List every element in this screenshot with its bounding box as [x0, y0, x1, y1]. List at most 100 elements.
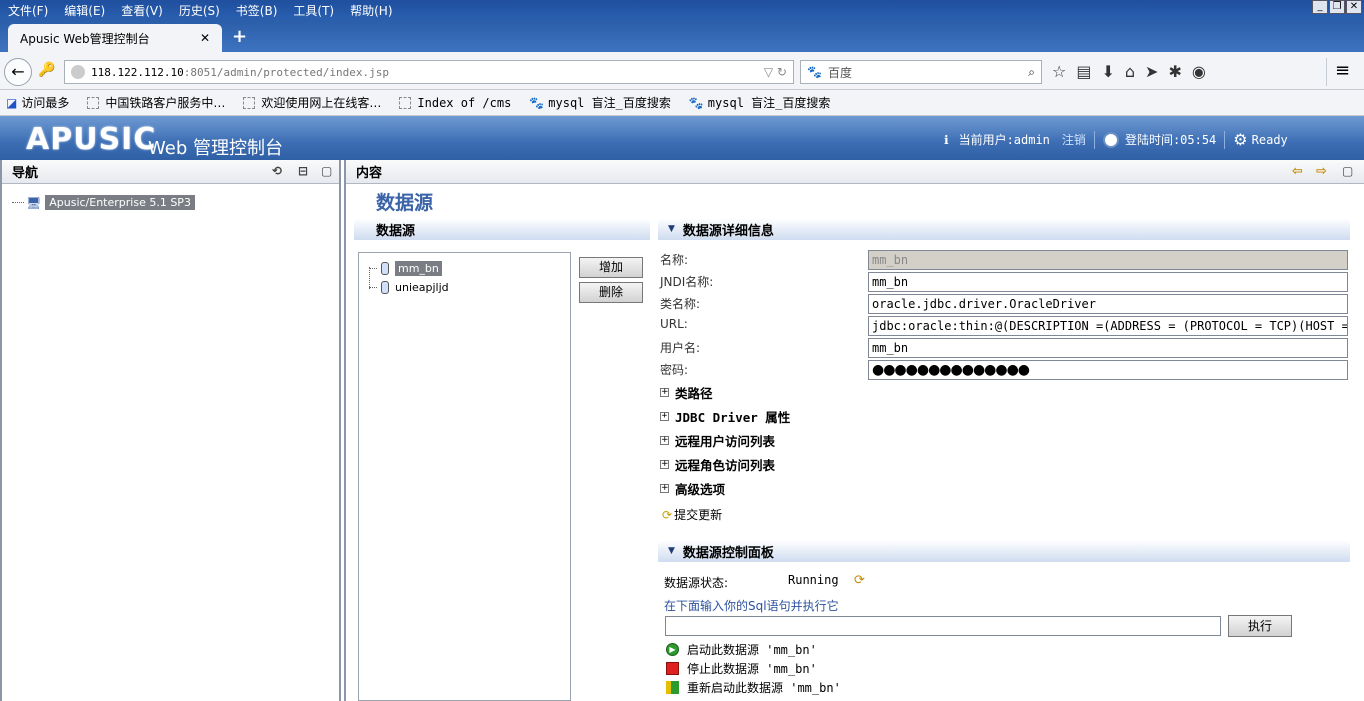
stop-icon	[666, 662, 679, 675]
sql-input[interactable]	[665, 616, 1221, 636]
forward-arrow-icon[interactable]: ⇨	[1316, 164, 1327, 179]
bookmark-item[interactable]: 欢迎使用网上在线客…	[237, 94, 381, 111]
bookmark-label: Index of /cms	[417, 95, 512, 110]
bookmark-label: mysql 盲注_百度搜索	[548, 96, 671, 110]
delete-button[interactable]: 删除	[579, 282, 643, 303]
submit-label: 提交更新	[674, 508, 723, 522]
reload-icon[interactable]: ▽ ↻	[764, 65, 787, 79]
datasource-item-unieapjljd[interactable]: unieapjljd	[369, 281, 449, 294]
menu-file[interactable]: 文件(F)	[0, 2, 56, 19]
download-icon[interactable]: ⬇	[1101, 62, 1114, 81]
expander-remote-users[interactable]: + 远程用户访问列表	[660, 431, 775, 450]
expander-label: 高级选项	[675, 482, 726, 497]
menu-bookmarks[interactable]: 书签(B)	[228, 2, 286, 19]
bookmark-item[interactable]: Index of /cms	[393, 96, 511, 110]
datasource-label: unieapjljd	[395, 281, 449, 294]
refresh-icon[interactable]: ⟲	[272, 164, 282, 178]
key-icon[interactable]: 🔑	[38, 62, 55, 78]
refresh-status-icon[interactable]: ⟳	[854, 573, 865, 588]
address-bar[interactable]: 118.122.112.10 :8051/admin/protected/ind…	[64, 60, 794, 84]
minimize-icon[interactable]: _	[1312, 0, 1328, 14]
datasource-control-header[interactable]: ▼ 数据源控制面板	[658, 540, 1350, 562]
restart-datasource-link[interactable]: 重新启动此数据源 'mm_bn'	[666, 679, 841, 696]
start-datasource-link[interactable]: ▶ 启动此数据源 'mm_bn'	[666, 641, 817, 658]
tab-apusic[interactable]: Apusic Web管理控制台 ✕	[8, 24, 222, 52]
bookmark-label: 欢迎使用网上在线客…	[261, 96, 382, 110]
menu-history[interactable]: 历史(S)	[171, 2, 228, 19]
bookmark-label: 访问最多	[21, 96, 70, 110]
restart-icon	[666, 681, 679, 694]
baidu-paw-icon: 🐾	[529, 95, 545, 110]
datasource-label: mm_bn	[395, 261, 442, 276]
tab-bar: Apusic Web管理控制台 ✕ +	[0, 20, 1364, 52]
close-icon[interactable]: ✕	[1346, 0, 1362, 14]
maximize-icon[interactable]: ▢	[1342, 164, 1353, 178]
url-field[interactable]: jdbc:oracle:thin:@(DESCRIPTION =(ADDRESS…	[868, 316, 1348, 336]
url-path: :8051/admin/protected/index.jsp	[183, 65, 390, 79]
bookmark-most-visited[interactable]: ◪ 访问最多	[0, 94, 69, 111]
menu-tools[interactable]: 工具(T)	[285, 2, 342, 19]
logout-link[interactable]: 注销	[1062, 131, 1086, 148]
star-icon[interactable]: ☆	[1052, 62, 1066, 81]
bookmark-item[interactable]: 🐾 mysql 盲注_百度搜索	[523, 94, 671, 111]
nav-tree: 🖥 Apusic/Enterprise 5.1 SP3	[2, 184, 339, 218]
expander-classpath[interactable]: + 类路径	[660, 383, 713, 402]
gear-icon: ⚙	[1233, 130, 1248, 149]
sync-icon: ⟳	[662, 507, 673, 522]
tab-close-icon[interactable]: ✕	[200, 31, 210, 45]
tree-connector	[12, 202, 24, 203]
password-field[interactable]: ●●●●●●●●●●●●●●	[868, 360, 1348, 380]
app-header: APUSIC Web 管理控制台 ℹ 当前用户:admin 注销 登陆时间:05…	[0, 116, 1364, 160]
current-user: 当前用户:admin	[958, 133, 1050, 147]
expand-plus-icon: +	[660, 483, 669, 493]
menu-help[interactable]: 帮助(H)	[342, 2, 400, 19]
submit-update-link[interactable]: ⟳ 提交更新	[662, 506, 722, 523]
addon-icon[interactable]: ✱	[1168, 62, 1181, 81]
send-icon[interactable]: ➤	[1145, 62, 1158, 81]
browser-tools: ☆ ▤ ⬇ ⌂ ➤ ✱ ◉	[1052, 62, 1206, 81]
hamburger-menu-icon[interactable]: ≡	[1326, 58, 1358, 86]
divider	[1093, 130, 1095, 149]
stop-datasource-link[interactable]: 停止此数据源 'mm_bn'	[666, 660, 817, 677]
maximize-icon[interactable]: ▢	[321, 164, 332, 178]
reading-list-icon[interactable]: ▤	[1076, 62, 1091, 81]
restore-icon[interactable]: ❐	[1329, 0, 1345, 14]
section-title: 数据源详细信息	[682, 223, 774, 239]
class-field[interactable]: oracle.jdbc.driver.OracleDriver	[868, 294, 1348, 314]
back-button[interactable]: ←	[4, 58, 32, 86]
expander-advanced[interactable]: + 高级选项	[660, 479, 725, 498]
url-label: URL:	[660, 317, 688, 331]
collapse-icon[interactable]: ⊟	[298, 164, 308, 178]
menu-edit[interactable]: 编辑(E)	[56, 2, 113, 19]
search-input[interactable]: 🐾 百度 ⌕	[800, 60, 1042, 84]
jndi-label: JNDI名称:	[660, 275, 714, 289]
datasource-detail-header[interactable]: ▼ 数据源详细信息	[658, 218, 1350, 240]
database-icon	[381, 281, 389, 294]
profile-icon[interactable]: ◉	[1192, 62, 1206, 81]
bookmark-item[interactable]: 中国铁路客户服务中…	[81, 94, 225, 111]
bookmark-item[interactable]: 🐾 mysql 盲注_百度搜索	[683, 94, 831, 111]
tree-root-label: Apusic/Enterprise 5.1 SP3	[45, 195, 195, 210]
home-icon[interactable]: ⌂	[1125, 62, 1135, 81]
new-tab-icon[interactable]: +	[232, 26, 247, 47]
execute-button[interactable]: 执行	[1228, 615, 1292, 637]
search-icon[interactable]: ⌕	[1028, 65, 1035, 80]
expander-jdbc-properties[interactable]: + JDBC Driver 属性	[660, 407, 790, 426]
expander-label: JDBC Driver 属性	[675, 410, 791, 425]
page-title: 数据源	[376, 192, 434, 214]
username-field[interactable]: mm_bn	[868, 338, 1348, 358]
expander-remote-roles[interactable]: + 远程角色访问列表	[660, 455, 775, 474]
navigation-toolbar: ← 🔑 118.122.112.10 :8051/admin/protected…	[0, 52, 1364, 90]
clock-icon	[1102, 131, 1119, 148]
add-button[interactable]: 增加	[579, 257, 643, 278]
datasource-item-mm-bn[interactable]: mm_bn	[369, 261, 442, 276]
server-icon: 🖥	[26, 195, 42, 210]
window-controls: _ ❐ ✕	[1312, 0, 1362, 14]
tree-root-node[interactable]: 🖥 Apusic/Enterprise 5.1 SP3	[12, 195, 195, 210]
back-arrow-icon[interactable]: ⇦	[1292, 164, 1303, 179]
menu-view[interactable]: 查看(V)	[113, 2, 171, 19]
name-field: mm_bn	[868, 250, 1348, 270]
content-panel-header: 内容 ⇦ ⇨ ▢	[346, 160, 1364, 184]
tree-connector	[369, 268, 377, 269]
jndi-field[interactable]: mm_bn	[868, 272, 1348, 292]
